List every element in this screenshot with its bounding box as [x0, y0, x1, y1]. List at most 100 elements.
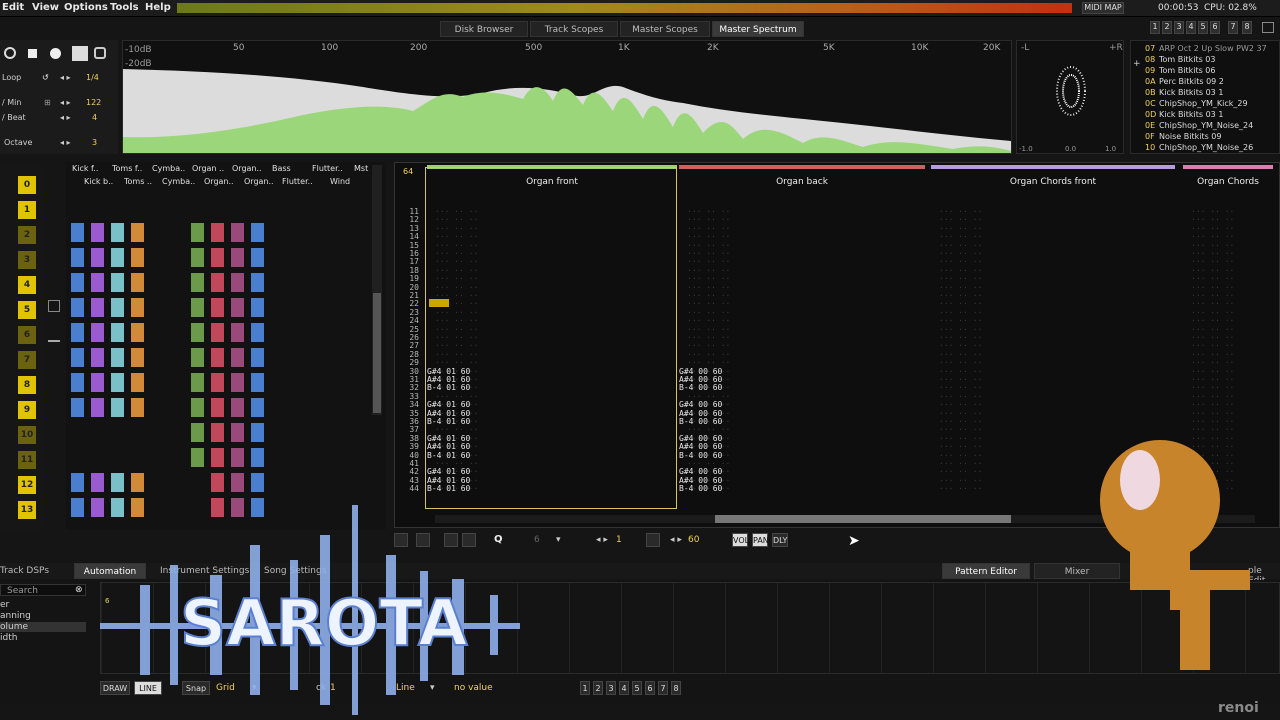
- matrix-slot[interactable]: [70, 397, 85, 418]
- pattern-note[interactable]: B-4 01 60: [427, 417, 470, 426]
- matrix-slot[interactable]: [110, 347, 125, 368]
- matrix-slot[interactable]: [70, 322, 85, 343]
- layout-icon[interactable]: [1262, 22, 1274, 33]
- matrix-track-header[interactable]: Cymba..: [152, 164, 185, 173]
- page-3-button[interactable]: 3: [606, 681, 616, 695]
- matrix-slot[interactable]: [110, 247, 125, 268]
- matrix-slot[interactable]: [250, 272, 265, 293]
- instrument-item[interactable]: 0C ChipShop_YM_Kick_29: [1145, 99, 1248, 110]
- sequence-slot[interactable]: 11: [18, 451, 36, 469]
- keyboard-velocity-icon[interactable]: [646, 533, 660, 547]
- matrix-slot[interactable]: [210, 372, 225, 393]
- instrument-item[interactable]: 0E ChipShop_YM_Noise_24: [1145, 121, 1253, 132]
- pan-column-toggle[interactable]: PAN: [752, 533, 769, 547]
- bpm-value[interactable]: 122: [86, 98, 101, 107]
- track-2-button[interactable]: 2: [1162, 21, 1172, 34]
- matrix-slot[interactable]: [110, 372, 125, 393]
- matrix-track-header[interactable]: Toms f..: [112, 164, 142, 173]
- track-7-button[interactable]: 7: [1228, 21, 1238, 34]
- clear-search-icon[interactable]: ⊗: [75, 585, 83, 595]
- matrix-slot[interactable]: [70, 472, 85, 493]
- matrix-scrollbar[interactable]: [372, 165, 382, 415]
- page-1-button[interactable]: 1: [580, 681, 590, 695]
- bpm-arrows-icon[interactable]: ◂ ▸: [60, 98, 71, 107]
- tab-pattern-editor[interactable]: Pattern Editor: [942, 563, 1030, 579]
- matrix-slot[interactable]: [190, 272, 205, 293]
- matrix-slot[interactable]: [210, 422, 225, 443]
- matrix-cells[interactable]: [66, 222, 376, 522]
- matrix-track-header[interactable]: Kick f..: [72, 164, 98, 173]
- velocity-value[interactable]: 60: [688, 535, 699, 545]
- quantize-dropdown-icon[interactable]: ▾: [556, 535, 561, 545]
- sequence-slot[interactable]: 3: [18, 251, 36, 269]
- matrix-slot[interactable]: [90, 347, 105, 368]
- bpm-lock-icon[interactable]: ⊞: [44, 98, 51, 107]
- matrix-track-header[interactable]: Organ ..: [192, 164, 224, 173]
- matrix-slot[interactable]: [230, 247, 245, 268]
- edit-mode-icon[interactable]: [72, 46, 88, 61]
- matrix-slot[interactable]: [130, 347, 145, 368]
- instrument-item[interactable]: 07 ARP Oct 2 Up Slow PW2 37: [1145, 44, 1267, 55]
- matrix-slot[interactable]: [70, 347, 85, 368]
- instrument-item[interactable]: 08 Tom Bitkits 03: [1145, 55, 1216, 66]
- matrix-slot[interactable]: [110, 297, 125, 318]
- octave-arrows-icon[interactable]: ◂ ▸: [60, 138, 71, 147]
- quantize-value[interactable]: 6: [534, 535, 540, 545]
- sequence-slot[interactable]: 13: [18, 501, 36, 519]
- edit-step-arrows-icon[interactable]: ◂ ▸: [596, 535, 608, 545]
- matrix-slot[interactable]: [130, 322, 145, 343]
- matrix-slot[interactable]: [230, 222, 245, 243]
- menu-view[interactable]: View: [32, 2, 59, 13]
- add-instrument-icon[interactable]: +: [1133, 59, 1141, 69]
- sequence-slot[interactable]: 6: [18, 326, 36, 344]
- matrix-slot[interactable]: [90, 222, 105, 243]
- matrix-slot[interactable]: [110, 472, 125, 493]
- matrix-slot[interactable]: [110, 222, 125, 243]
- matrix-slot[interactable]: [210, 222, 225, 243]
- midi-map-button[interactable]: MIDI MAP: [1082, 2, 1124, 14]
- matrix-slot[interactable]: [70, 497, 85, 518]
- page-2-button[interactable]: 2: [593, 681, 603, 695]
- instrument-item[interactable]: 0A Perc Bitkits 09 2: [1145, 77, 1224, 88]
- matrix-slot[interactable]: [190, 247, 205, 268]
- tab-disk-browser[interactable]: Disk Browser: [440, 21, 528, 37]
- menu-options[interactable]: Options: [64, 2, 108, 13]
- matrix-track-header[interactable]: Toms ..: [124, 177, 152, 186]
- pattern-note[interactable]: B-4 01 60: [427, 484, 470, 493]
- page-6-button[interactable]: 6: [645, 681, 655, 695]
- matrix-slot[interactable]: [190, 422, 205, 443]
- page-5-button[interactable]: 5: [632, 681, 642, 695]
- sequence-slot[interactable]: 9: [18, 401, 36, 419]
- matrix-slot[interactable]: [190, 397, 205, 418]
- matrix-slot[interactable]: [90, 272, 105, 293]
- dly-column-toggle[interactable]: DLY: [772, 533, 788, 547]
- page-7-button[interactable]: 7: [658, 681, 668, 695]
- matrix-slot[interactable]: [90, 247, 105, 268]
- matrix-slot[interactable]: [250, 472, 265, 493]
- matrix-slot[interactable]: [110, 322, 125, 343]
- matrix-slot[interactable]: [210, 447, 225, 468]
- loop-value[interactable]: 1/4: [86, 73, 99, 82]
- loop-icon[interactable]: ↺: [42, 73, 49, 82]
- tab-master-spectrum[interactable]: Master Spectrum: [712, 21, 804, 37]
- tab-track-scopes[interactable]: Track Scopes: [530, 21, 618, 37]
- matrix-slot[interactable]: [130, 222, 145, 243]
- pattern-note[interactable]: B-4 01 60: [427, 383, 470, 392]
- pattern-note[interactable]: B-4 00 60: [679, 451, 722, 460]
- matrix-track-header[interactable]: Kick b..: [84, 177, 113, 186]
- matrix-slot[interactable]: [130, 372, 145, 393]
- matrix-slot[interactable]: [190, 347, 205, 368]
- tab-master-scopes[interactable]: Master Scopes: [620, 21, 710, 37]
- automation-param[interactable]: anning: [0, 611, 31, 621]
- track-header-organ-chords-front[interactable]: Organ Chords front: [931, 177, 1175, 191]
- page-8-button[interactable]: 8: [671, 681, 681, 695]
- matrix-slot[interactable]: [230, 472, 245, 493]
- octave-value[interactable]: 3: [92, 138, 97, 147]
- page-4-button[interactable]: 4: [619, 681, 629, 695]
- matrix-slot[interactable]: [230, 272, 245, 293]
- automation-search[interactable]: Search ⊗: [0, 584, 86, 596]
- stop-icon[interactable]: [28, 49, 37, 58]
- matrix-slot[interactable]: [230, 322, 245, 343]
- matrix-slot[interactable]: [90, 372, 105, 393]
- automation-param[interactable]: olume: [0, 622, 86, 632]
